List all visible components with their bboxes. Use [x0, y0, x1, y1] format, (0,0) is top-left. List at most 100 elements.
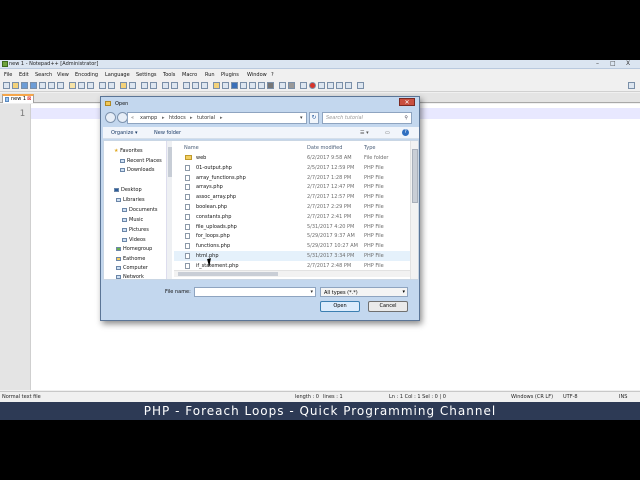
breadcrumb-tutorial[interactable]: tutorial: [197, 115, 215, 121]
menu-tools[interactable]: Tools: [163, 72, 175, 78]
nav-user[interactable]: Eathome: [116, 256, 145, 262]
zoom-in-icon[interactable]: [141, 82, 148, 89]
breadcrumb-xampp[interactable]: xampp: [140, 115, 157, 121]
save-all-icon[interactable]: [30, 82, 37, 89]
file-row[interactable]: arrays.php 2/7/2017 12:47 PM PHP File: [174, 182, 410, 192]
redo-icon[interactable]: [108, 82, 115, 89]
menu-edit[interactable]: Edit: [19, 72, 29, 78]
macro-icon[interactable]: [279, 82, 286, 89]
nav-recent-places[interactable]: Recent Places: [120, 158, 162, 164]
menu-search[interactable]: Search: [35, 72, 52, 78]
new-file-icon[interactable]: [3, 82, 10, 89]
udl-icon[interactable]: [249, 82, 256, 89]
help-icon[interactable]: ?: [402, 129, 409, 136]
nav-documents[interactable]: Documents: [122, 207, 158, 213]
horizontal-scroll-thumb[interactable]: [178, 272, 278, 276]
save-macro-icon[interactable]: [345, 82, 352, 89]
playback-icon[interactable]: [327, 82, 334, 89]
sync-horizontal-icon[interactable]: [171, 82, 178, 89]
menu-file[interactable]: File: [4, 72, 12, 78]
back-button[interactable]: [105, 112, 116, 123]
nav-libraries[interactable]: Libraries: [116, 197, 145, 203]
file-name-input[interactable]: ▾: [194, 287, 316, 297]
dialog-close-button[interactable]: ✕: [399, 98, 415, 106]
menu-settings[interactable]: Settings: [136, 72, 157, 78]
cut-icon[interactable]: [69, 82, 76, 89]
nav-desktop[interactable]: Desktop: [114, 187, 142, 193]
sync-vertical-icon[interactable]: [162, 82, 169, 89]
file-row[interactable]: file_uploads.php 5/31/2017 4:20 PM PHP Fil…: [174, 222, 410, 232]
tab-new-1[interactable]: new 1 ⊠: [2, 94, 34, 103]
file-row[interactable]: web 6/2/2017 9:58 AM File folder: [174, 153, 410, 163]
find-icon[interactable]: [120, 82, 127, 89]
new-folder-button[interactable]: New folder: [154, 130, 181, 136]
macro-tool-icon[interactable]: [288, 82, 295, 89]
toolbar-extra-icon[interactable]: [357, 82, 364, 89]
paste-icon[interactable]: [87, 82, 94, 89]
open-button[interactable]: Open: [320, 301, 360, 312]
nav-homegroup[interactable]: Homegroup: [116, 246, 152, 252]
nav-computer[interactable]: Computer: [116, 265, 148, 271]
close-all-icon[interactable]: [48, 82, 55, 89]
folder-workspace-icon[interactable]: [222, 82, 229, 89]
record-macro-icon[interactable]: [309, 82, 316, 89]
zoom-out-icon[interactable]: [150, 82, 157, 89]
file-name-dropdown-icon[interactable]: ▾: [310, 289, 313, 295]
nav-network[interactable]: Network: [116, 274, 144, 280]
open-file-icon[interactable]: [12, 82, 19, 89]
run-multiple-icon[interactable]: [336, 82, 343, 89]
monitoring-icon[interactable]: [240, 82, 247, 89]
menu-view[interactable]: View: [57, 72, 69, 78]
show-all-chars-icon[interactable]: [192, 82, 199, 89]
menu-window[interactable]: Window: [247, 72, 267, 78]
print-icon[interactable]: [57, 82, 64, 89]
indent-guide-icon[interactable]: [201, 82, 208, 89]
file-row[interactable]: 01-output.php 2/5/2017 12:59 PM PHP File: [174, 163, 410, 173]
file-type-select[interactable]: All types (*.*) ▾: [320, 287, 408, 297]
function-list-icon[interactable]: [213, 82, 220, 89]
copy-icon[interactable]: [78, 82, 85, 89]
replace-icon[interactable]: [129, 82, 136, 89]
column-header-type[interactable]: Type: [364, 145, 375, 151]
nav-favorites[interactable]: ★ Favorites: [114, 148, 143, 154]
preview-pane-icon[interactable]: ▭: [385, 130, 390, 136]
address-bar[interactable]: « xampp ▸ htdocs ▸ tutorial ▸ ▾: [127, 112, 307, 124]
nav-music[interactable]: Music: [122, 217, 143, 223]
view-options-icon[interactable]: ☰ ▾: [360, 130, 369, 136]
word-wrap-icon[interactable]: [183, 82, 190, 89]
maximize-button[interactable]: □: [610, 61, 616, 67]
stop-recording-icon[interactable]: [318, 82, 325, 89]
close-file-icon[interactable]: [39, 82, 46, 89]
menu-macro[interactable]: Macro: [182, 72, 197, 78]
menu-plugins[interactable]: Plugins: [221, 72, 239, 78]
address-dropdown-icon[interactable]: ▾: [300, 115, 303, 121]
nav-downloads[interactable]: Downloads: [120, 167, 154, 173]
toolbar-close-icon[interactable]: [628, 82, 635, 89]
document-map-icon[interactable]: [231, 82, 238, 89]
breadcrumb-htdocs[interactable]: htdocs: [169, 115, 186, 121]
menu-language[interactable]: Language: [105, 72, 130, 78]
save-icon[interactable]: [21, 82, 28, 89]
panel-icon[interactable]: [258, 82, 265, 89]
nav-scroll-thumb[interactable]: [168, 147, 172, 177]
nav-videos[interactable]: Videos: [122, 237, 146, 243]
minimize-button[interactable]: –: [596, 61, 599, 67]
tab-close-icon[interactable]: ⊠: [27, 96, 31, 102]
cancel-button[interactable]: Cancel: [368, 301, 408, 312]
undo-icon[interactable]: [99, 82, 106, 89]
extra-tool-icon[interactable]: [267, 82, 274, 89]
column-header-date[interactable]: Date modified: [307, 145, 342, 151]
menu-encoding[interactable]: Encoding: [75, 72, 98, 78]
file-row[interactable]: functions.php 5/29/2017 10:27 AM PHP File: [174, 241, 410, 251]
refresh-button[interactable]: ↻: [309, 112, 319, 124]
menu-run[interactable]: Run: [205, 72, 215, 78]
file-row[interactable]: assoc_array.php 2/7/2017 12:57 PM PHP File: [174, 192, 410, 202]
menu-help[interactable]: ?: [271, 72, 274, 78]
file-list-scrollbar[interactable]: [410, 141, 418, 279]
organize-button[interactable]: Organize ▾: [111, 130, 138, 136]
search-input[interactable]: Search tutorial ⚲: [322, 112, 412, 124]
file-row[interactable]: constants.php 2/7/2017 2:41 PM PHP File: [174, 212, 410, 222]
file-list-horizontal-scrollbar[interactable]: [174, 270, 410, 277]
nav-scrollbar[interactable]: [166, 141, 172, 279]
nav-pictures[interactable]: Pictures: [122, 227, 149, 233]
